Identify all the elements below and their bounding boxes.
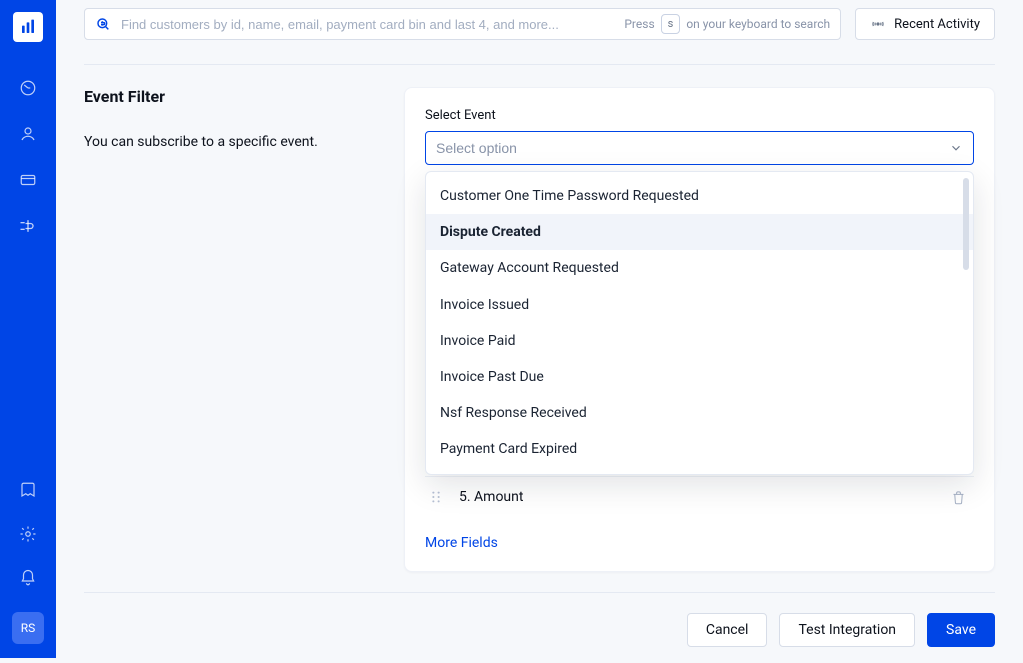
page-body: Event Filter You can subscribe to a spec… <box>56 50 1023 663</box>
section-desc: You can subscribe to a specific event. <box>84 134 376 150</box>
select-event-wrap: Customer One Time Password RequestedDisp… <box>425 131 974 165</box>
delete-field-icon[interactable] <box>944 490 972 505</box>
hint-pre: Press <box>624 17 654 31</box>
more-fields-link[interactable]: More Fields <box>425 535 974 551</box>
dropdown-item[interactable]: Invoice Issued <box>426 287 973 323</box>
select-event-label: Select Event <box>425 108 974 123</box>
nav-bottom: RS <box>12 480 44 658</box>
save-button[interactable]: Save <box>927 613 995 647</box>
hint-key: s <box>661 14 681 33</box>
field-row: 5. Amount <box>425 477 974 517</box>
search-icon <box>95 16 111 32</box>
dropdown-scrollbar[interactable] <box>963 178 969 270</box>
cancel-button[interactable]: Cancel <box>687 613 768 647</box>
nav-top <box>18 78 38 236</box>
event-card: Select Event Customer One Time Password … <box>404 87 995 572</box>
event-filter-section: Event Filter You can subscribe to a spec… <box>84 87 995 572</box>
recent-activity-label: Recent Activity <box>894 17 980 32</box>
customer-icon[interactable] <box>18 124 38 144</box>
dropdown-item[interactable]: Customer One Time Password Requested <box>426 178 973 214</box>
card-icon[interactable] <box>18 170 38 190</box>
search-hint: Press s on your keyboard to search <box>624 14 830 33</box>
topbar: Press s on your keyboard to search Recen… <box>56 0 1023 50</box>
dropdown-item[interactable]: Gateway Account Requested <box>426 250 973 286</box>
event-dropdown: Customer One Time Password RequestedDisp… <box>425 171 974 475</box>
dropdown-item[interactable]: Dispute Created <box>426 214 973 250</box>
main: Press s on your keyboard to search Recen… <box>56 0 1023 658</box>
dropdown-item[interactable]: Invoice Paid <box>426 323 973 359</box>
dashboard-icon[interactable] <box>18 78 38 98</box>
section-intro: Event Filter You can subscribe to a spec… <box>84 87 404 150</box>
hint-post: on your keyboard to search <box>686 17 830 31</box>
select-event-input[interactable] <box>425 131 974 165</box>
recent-activity-button[interactable]: Recent Activity <box>855 8 995 40</box>
search-box[interactable]: Press s on your keyboard to search <box>84 8 841 40</box>
section-title: Event Filter <box>84 87 376 106</box>
chevron-down-icon <box>949 141 963 155</box>
broadcast-icon <box>870 16 886 32</box>
bell-icon[interactable] <box>18 568 38 588</box>
select-event-text[interactable] <box>436 140 949 156</box>
gear-icon[interactable] <box>18 524 38 544</box>
avatar[interactable]: RS <box>12 612 44 644</box>
app-logo[interactable] <box>13 12 43 42</box>
test-integration-button[interactable]: Test Integration <box>779 613 915 647</box>
drag-handle-icon[interactable] <box>427 490 445 504</box>
dropdown-item[interactable]: Nsf Response Received <box>426 395 973 431</box>
divider <box>84 64 995 65</box>
dropdown-item[interactable]: Invoice Past Due <box>426 359 973 395</box>
field-label: 5. Amount <box>459 489 944 505</box>
sidebar: RS <box>0 0 56 658</box>
search-input[interactable] <box>121 17 614 32</box>
dropdown-item[interactable]: Payment Card Expired <box>426 431 973 467</box>
money-flow-icon[interactable] <box>18 216 38 236</box>
avatar-initials: RS <box>21 621 36 635</box>
bookmark-icon[interactable] <box>18 480 38 500</box>
footer-actions: Cancel Test Integration Save <box>84 592 995 647</box>
